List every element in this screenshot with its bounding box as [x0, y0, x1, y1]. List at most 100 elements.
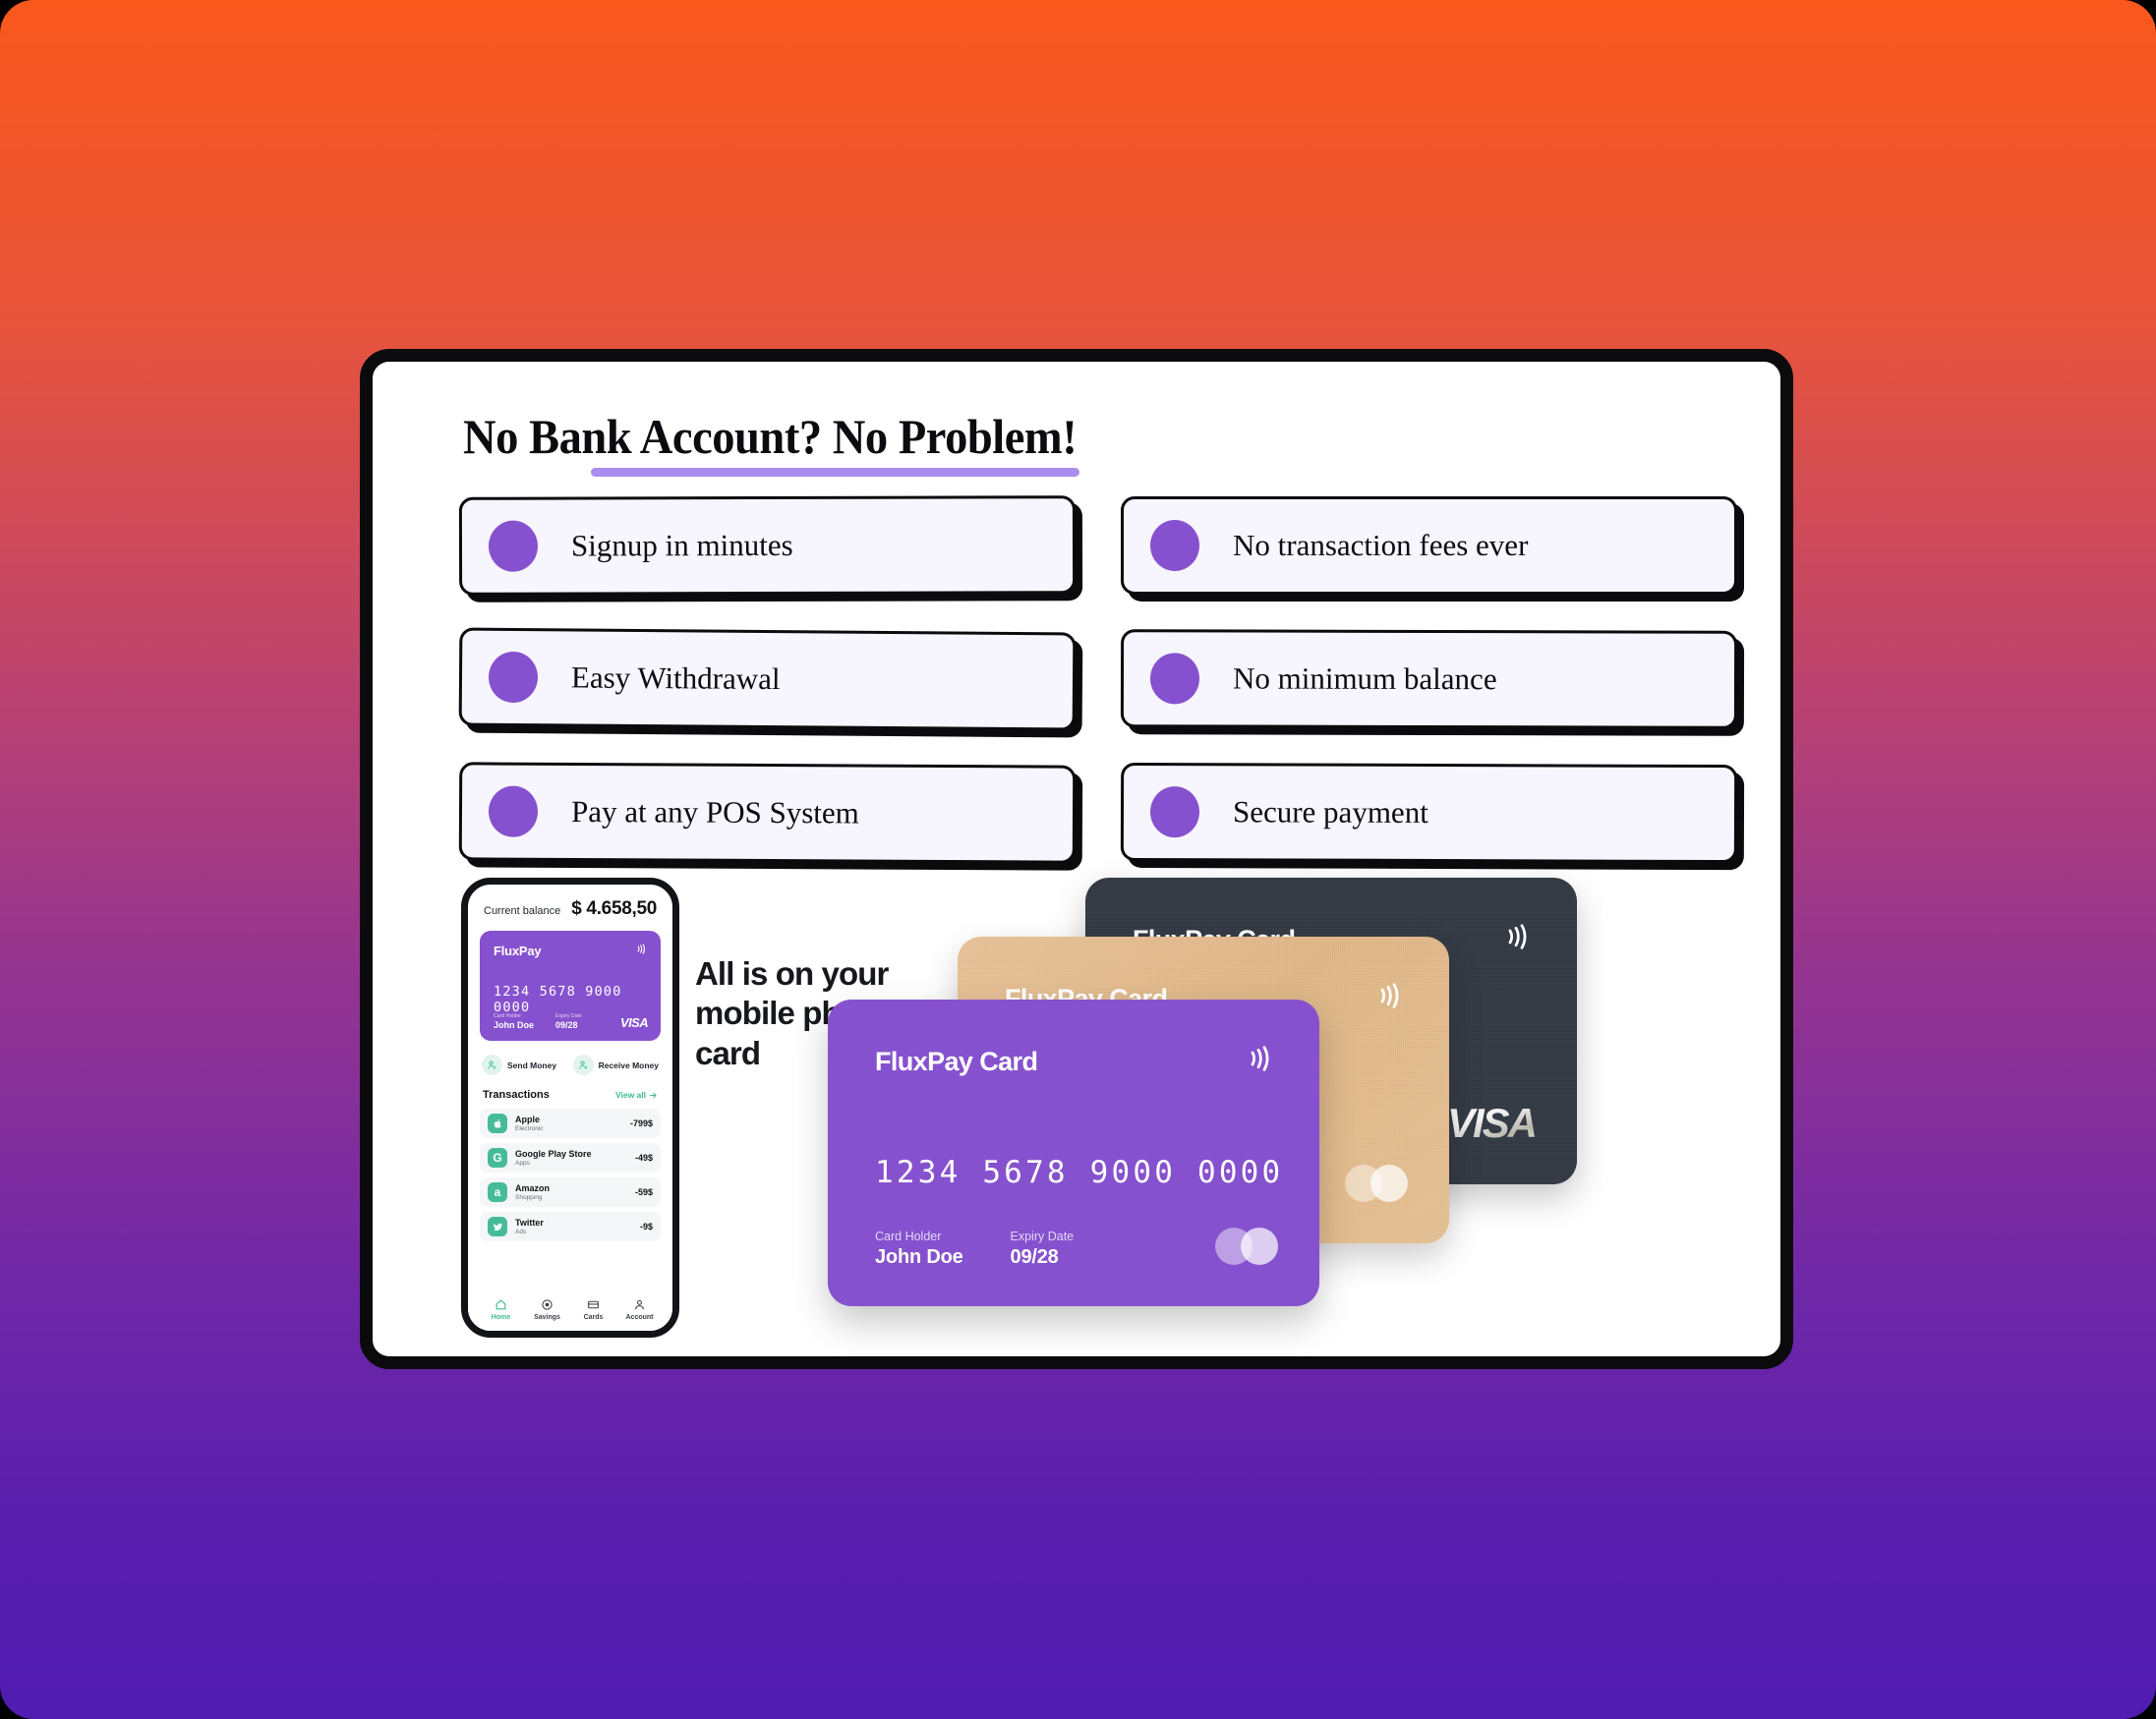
transaction-text: Apple Electronic	[515, 1115, 630, 1132]
title-underline	[591, 468, 1079, 477]
list-item[interactable]: Apple Electronic -799$	[480, 1109, 661, 1138]
bullet-circle-icon	[488, 785, 539, 837]
content-panel: No Bank Account? No Problem! Signup in m…	[360, 349, 1793, 1369]
apple-icon	[488, 1114, 507, 1133]
transaction-text: Google Play Store Apps	[515, 1149, 635, 1167]
balance-label: Current balance	[484, 905, 561, 917]
card-purple[interactable]: FluxPay Card 1234 5678 9000 0000 Card Ho…	[828, 1000, 1319, 1306]
mini-card-brand: FluxPay	[494, 944, 542, 958]
card-expiry-value: 09/28	[1010, 1246, 1059, 1268]
cards-icon	[588, 1300, 599, 1309]
mini-card-number: 1234 5678 9000 0000	[494, 984, 622, 1015]
bullet-circle-icon	[1149, 786, 1200, 838]
receive-money-button[interactable]: Receive Money	[572, 1055, 659, 1075]
showcase-area: Current balance $ 4.658,50 FluxPay 1234 …	[373, 878, 1780, 1356]
transaction-amount: -9$	[639, 1222, 653, 1232]
feature-label: Secure payment	[1232, 794, 1428, 830]
mastercard-icon	[1345, 1165, 1408, 1202]
feature-item-no-minimum-balance[interactable]: No minimum balance	[1120, 629, 1738, 729]
nav-item-cards[interactable]: Cards	[570, 1298, 616, 1321]
feature-item-easy-withdrawal[interactable]: Easy Withdrawal	[458, 627, 1077, 731]
feature-label: No minimum balance	[1232, 660, 1497, 697]
feature-label: Signup in minutes	[570, 527, 793, 563]
transactions-title: Transactions	[483, 1089, 550, 1101]
visa-logo-icon: VISA	[620, 1015, 649, 1030]
transaction-category: Shopping	[515, 1194, 543, 1201]
transactions-header: Transactions View all	[480, 1089, 661, 1101]
transaction-category: Ads	[515, 1229, 527, 1235]
phone-mini-card[interactable]: FluxPay 1234 5678 9000 0000 Card Holder …	[480, 931, 661, 1041]
list-item[interactable]: Twitter Ads -9$	[480, 1212, 661, 1241]
view-all-label: View all	[614, 1090, 646, 1100]
transaction-category: Apps	[515, 1160, 530, 1167]
page-title-block: No Bank Account? No Problem!	[463, 409, 1123, 477]
phone-mockup: Current balance $ 4.658,50 FluxPay 1234 …	[461, 878, 679, 1338]
card-holder-label: Card Holder	[875, 1230, 942, 1243]
view-all-link[interactable]: View all	[615, 1090, 658, 1100]
card-brand: FluxPay Card	[875, 1047, 1038, 1076]
phone-balance-row: Current balance $ 4.658,50	[480, 898, 661, 920]
card-number: 1234 5678 9000 0000	[875, 1155, 1284, 1190]
contactless-icon	[635, 943, 648, 960]
balance-value: $ 4.658,50	[571, 898, 657, 919]
savings-icon	[542, 1299, 553, 1310]
transaction-category: Electronic	[515, 1125, 544, 1132]
feature-item-secure-payment[interactable]: Secure payment	[1120, 762, 1738, 864]
bullet-circle-icon	[1149, 653, 1200, 705]
contactless-icon	[1245, 1043, 1276, 1079]
transaction-name: Amazon	[515, 1183, 551, 1193]
nav-item-account[interactable]: Account	[616, 1298, 663, 1321]
person-add-icon	[482, 1055, 502, 1075]
transaction-amount: -799$	[629, 1118, 653, 1128]
mini-card-expiry-label: Expiry Date	[555, 1013, 582, 1019]
person-add-icon	[572, 1055, 594, 1075]
feature-grid: Signup in minutes No transaction fees ev…	[458, 495, 1738, 864]
google-play-icon: G	[488, 1148, 507, 1168]
phone-bottom-nav: Home Savings Cards Account	[468, 1291, 672, 1331]
transaction-amount: -59$	[634, 1187, 653, 1197]
nav-label: Home	[491, 1314, 511, 1321]
transaction-name: Google Play Store	[515, 1149, 592, 1159]
feature-item-pos-system[interactable]: Pay at any POS System	[458, 762, 1077, 864]
bullet-circle-icon	[488, 651, 539, 704]
feature-item-signup[interactable]: Signup in minutes	[458, 495, 1077, 596]
nav-item-savings[interactable]: Savings	[524, 1298, 570, 1321]
mastercard-circle-right	[1241, 1228, 1278, 1265]
mini-card-expiry-value: 09/28	[555, 1020, 578, 1030]
nav-label: Savings	[534, 1314, 560, 1321]
contactless-icon	[1374, 980, 1406, 1016]
transaction-text: Twitter Ads	[515, 1218, 640, 1235]
arrow-right-icon	[650, 1092, 657, 1098]
amazon-icon: a	[488, 1182, 507, 1202]
nav-item-home[interactable]: Home	[478, 1298, 524, 1321]
mastercard-icon	[1215, 1228, 1278, 1265]
mastercard-circle-right	[1370, 1165, 1408, 1202]
account-icon	[635, 1299, 644, 1310]
transaction-text: Amazon Shopping	[515, 1183, 635, 1201]
list-item[interactable]: G Google Play Store Apps -49$	[480, 1143, 661, 1173]
list-item[interactable]: a Amazon Shopping -59$	[480, 1177, 661, 1207]
poster-canvas: No Bank Account? No Problem! Signup in m…	[0, 0, 2156, 1719]
transaction-name: Apple	[515, 1115, 541, 1124]
mini-card-footer: Card Holder John Doe Expiry Date 09/28	[494, 1013, 582, 1030]
nav-label: Cards	[583, 1314, 604, 1321]
feature-item-no-fees[interactable]: No transaction fees ever	[1121, 496, 1737, 595]
page-title: No Bank Account? No Problem!	[463, 409, 1078, 464]
phone-quick-actions: Send Money Receive Money	[480, 1055, 661, 1075]
receive-money-label: Receive Money	[598, 1060, 659, 1070]
home-icon	[495, 1299, 506, 1310]
mini-card-holder-label: Card Holder	[494, 1013, 522, 1019]
feature-label: Pay at any POS System	[570, 793, 859, 831]
transaction-name: Twitter	[515, 1218, 544, 1228]
transaction-list: Apple Electronic -799$ G Google Play Sto…	[480, 1109, 661, 1241]
feature-label: No transaction fees ever	[1233, 528, 1529, 562]
nav-label: Account	[625, 1314, 654, 1321]
feature-label: Easy Withdrawal	[570, 659, 781, 697]
twitter-icon	[488, 1217, 507, 1236]
bullet-circle-icon	[488, 520, 539, 572]
mini-card-holder-value: John Doe	[494, 1020, 535, 1030]
card-holder-value: John Doe	[875, 1246, 963, 1268]
send-money-button[interactable]: Send Money	[482, 1055, 567, 1075]
transaction-amount: -49$	[634, 1153, 653, 1163]
card-footer: Card Holder John Doe Expiry Date 09/28	[875, 1230, 1074, 1269]
